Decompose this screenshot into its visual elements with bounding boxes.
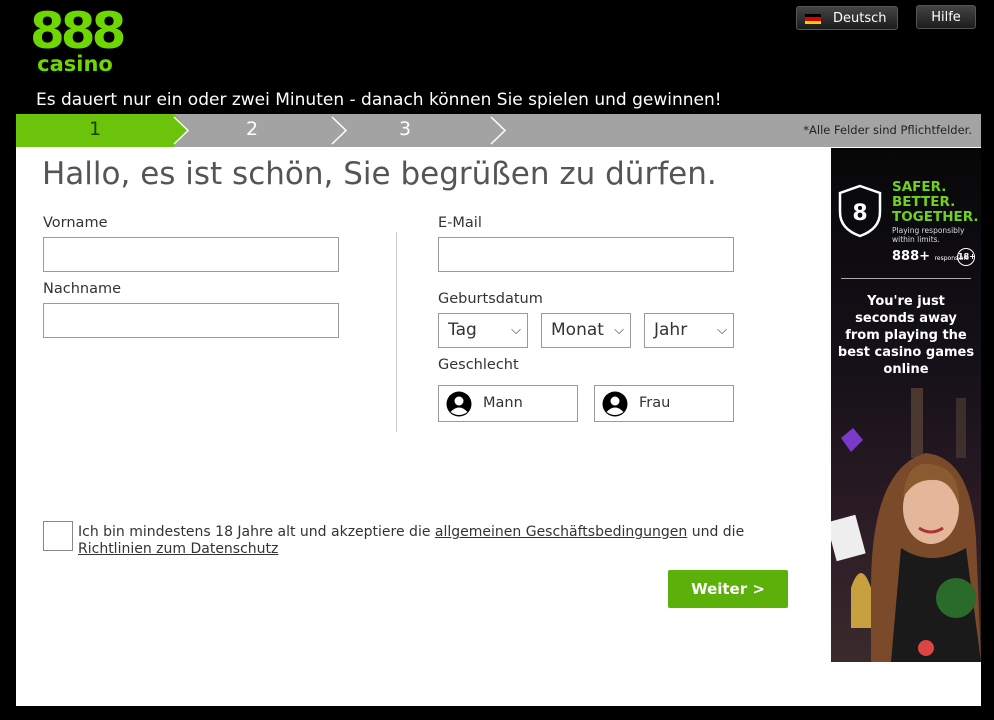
day-select[interactable]: Tag ⌵ — [438, 313, 528, 348]
gender-female-label: Frau — [639, 395, 671, 411]
chevron-down-icon: ⌵ — [717, 323, 727, 338]
column-divider — [396, 232, 397, 432]
chevron-down-icon: ⌵ — [614, 323, 624, 338]
privacy-link[interactable]: Richtlinien zum Datenschutz — [78, 541, 278, 557]
next-button[interactable]: Weiter > — [668, 570, 788, 608]
gender-male-label: Mann — [483, 395, 523, 411]
help-button[interactable]: Hilfe — [916, 5, 976, 29]
first-name-input[interactable] — [43, 237, 339, 272]
terms-checkbox[interactable] — [43, 521, 73, 551]
gender-female-option[interactable]: Frau — [594, 385, 734, 422]
gender-label: Geschlecht — [438, 357, 519, 373]
chevron-down-icon: ⌵ — [511, 323, 521, 338]
day-select-value: Tag — [448, 320, 477, 340]
last-name-input[interactable] — [43, 303, 339, 338]
first-name-label: Vorname — [43, 215, 108, 231]
registration-panel: 1 2 3 *Alle Felder sind Pflichtfelder. H… — [16, 114, 981, 706]
responsible-brand: 888+ — [892, 249, 931, 264]
step-number: 2 — [246, 118, 259, 140]
step-number: 1 — [89, 118, 102, 140]
month-select-value: Monat — [551, 320, 604, 340]
promo-text: You're just seconds away from playing th… — [837, 294, 975, 377]
logo-numbers: 888 — [30, 2, 126, 60]
slogan-line: TOGETHER. — [892, 209, 979, 225]
terms-middle: und die — [691, 524, 745, 540]
month-select[interactable]: Monat ⌵ — [541, 313, 631, 348]
german-flag-icon — [805, 14, 821, 24]
tagline: Es dauert nur ein oder zwei Minuten - da… — [36, 90, 722, 110]
subline-2: within limits. — [892, 235, 940, 244]
chevron-right-icon — [173, 116, 190, 145]
logo-word: casino — [37, 52, 113, 76]
slogan-line: SAFER. — [892, 179, 947, 195]
greeting-heading: Hallo, es ist schön, Sie begrüßen zu dür… — [42, 156, 717, 192]
language-button[interactable]: Deutsch — [796, 6, 898, 30]
year-select-value: Jahr — [654, 320, 688, 340]
brand-logo: 888 casino — [30, 2, 126, 76]
subline-1: Playing responsibly — [892, 226, 965, 235]
casino-woman-illustration — [831, 388, 981, 662]
slogan: SAFER. BETTER. TOGETHER. — [892, 180, 979, 225]
chevron-right-icon — [331, 116, 348, 145]
age-18-badge: 18+ — [957, 248, 976, 266]
slogan-subline: Playing responsibly within limits. — [892, 226, 964, 244]
birthdate-label: Geburtsdatum — [438, 291, 543, 307]
email-input[interactable] — [438, 237, 734, 272]
steps-bar: 1 2 3 *Alle Felder sind Pflichtfelder. — [16, 114, 981, 147]
shield-number: 8 — [852, 201, 867, 226]
user-avatar-icon — [602, 391, 628, 417]
email-label: E-Mail — [438, 215, 482, 231]
last-name-label: Nachname — [43, 281, 122, 297]
year-select[interactable]: Jahr ⌵ — [644, 313, 734, 348]
slogan-line: BETTER. — [892, 194, 956, 210]
shield-icon: 8 — [838, 184, 882, 238]
promo-banner[interactable]: 8 SAFER. BETTER. TOGETHER. Playing respo… — [831, 148, 981, 662]
terms-prefix: Ich bin mindestens 18 Jahre alt und akze… — [78, 524, 431, 540]
required-fields-note: *Alle Felder sind Pflichtfelder. — [803, 123, 972, 137]
terms-text: Ich bin mindestens 18 Jahre alt und akze… — [78, 524, 778, 558]
user-avatar-icon — [446, 391, 472, 417]
terms-link[interactable]: allgemeinen Geschäftsbedingungen — [435, 524, 687, 540]
language-label: Deutsch — [833, 11, 887, 26]
step-number: 3 — [399, 118, 412, 140]
chevron-right-icon — [490, 116, 507, 145]
gender-male-option[interactable]: Mann — [438, 385, 578, 422]
banner-divider — [841, 278, 971, 279]
